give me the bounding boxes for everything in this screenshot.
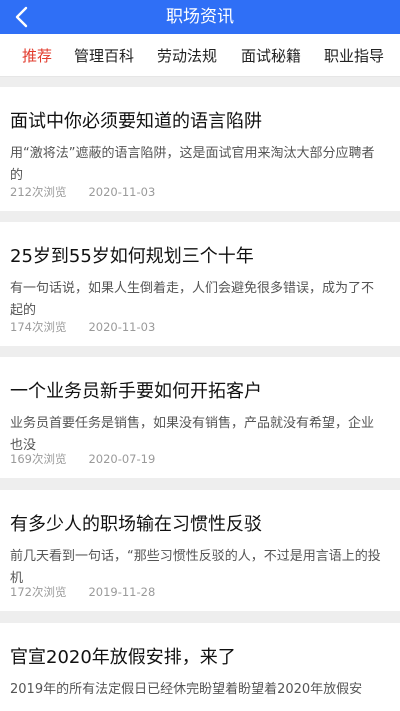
tab-recommend[interactable]: 推荐: [22, 45, 52, 66]
article-title: 官宣2020年放假安排，来了: [10, 647, 236, 668]
page-title: 职场资讯: [166, 7, 234, 27]
article-title: 25岁到55岁如何规划三个十年: [10, 246, 254, 267]
publish-date: 2019-11-28: [88, 585, 156, 599]
tab-management[interactable]: 管理百科: [74, 45, 134, 66]
article-title: 有多少人的职场输在习惯性反驳: [10, 514, 262, 535]
article-card[interactable]: 面试中你必须要知道的语言陷阱 用“激将法”遮蔽的语言陷阱，这是面试官用来淘汰大部…: [0, 87, 400, 211]
article-card[interactable]: 有多少人的职场输在习惯性反驳 前几天看到一句话，“那些习惯性反驳的人，不过是用言…: [0, 490, 400, 611]
publish-date: 2020-11-03: [88, 320, 156, 334]
article-summary: 2019年的所有法定假日已经休完盼望着盼望着2020年放假安: [10, 682, 363, 697]
article-meta: 174次浏览 2020-11-03: [10, 319, 155, 335]
tab-career-guide[interactable]: 职业指导: [324, 45, 384, 66]
tab-interview[interactable]: 面试秘籍: [241, 45, 301, 66]
article-card[interactable]: 一个业务员新手要如何开拓客户 业务员首要任务是销售，如果没有销售，产品就没有希望…: [0, 357, 400, 478]
view-count: 174次浏览: [10, 320, 67, 334]
view-count: 172次浏览: [10, 585, 67, 599]
article-card[interactable]: 官宣2020年放假安排，来了 2019年的所有法定假日已经休完盼望着盼望着202…: [0, 623, 400, 711]
article-title: 一个业务员新手要如何开拓客户: [10, 381, 262, 402]
article-summary: 有一句话说，如果人生倒着走，人们会避免很多错误，成为了不起的: [10, 281, 375, 318]
app-header: 职场资讯: [0, 0, 400, 34]
category-tabs: 推荐 管理百科 劳动法规 面试秘籍 职业指导: [0, 34, 400, 77]
article-meta: 169次浏览 2020-07-19: [10, 451, 155, 467]
publish-date: 2020-07-19: [88, 452, 156, 466]
article-card[interactable]: 25岁到55岁如何规划三个十年 有一句话说，如果人生倒着走，人们会避免很多错误，…: [0, 222, 400, 346]
article-title: 面试中你必须要知道的语言陷阱: [10, 111, 262, 132]
tab-labor-law[interactable]: 劳动法规: [157, 45, 217, 66]
article-meta: 212次浏览 2020-11-03: [10, 184, 155, 200]
publish-date: 2020-11-03: [88, 185, 156, 199]
view-count: 169次浏览: [10, 452, 67, 466]
article-meta: 172次浏览 2019-11-28: [10, 584, 155, 600]
article-summary: 用“激将法”遮蔽的语言陷阱，这是面试官用来淘汰大部分应聘者的: [10, 146, 375, 183]
view-count: 212次浏览: [10, 185, 67, 199]
